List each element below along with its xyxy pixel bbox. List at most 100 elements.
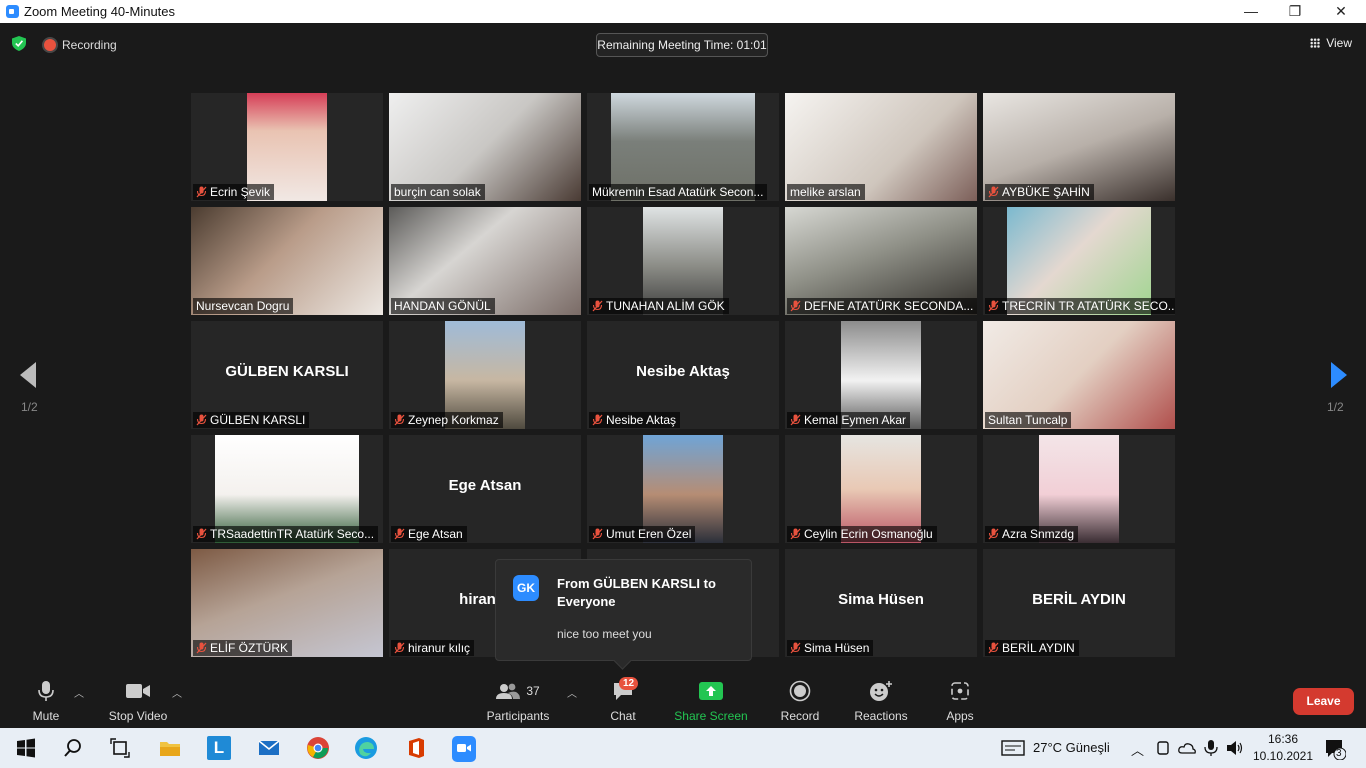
participant-tile[interactable]: Umut Eren Özel xyxy=(587,435,779,543)
participant-name-label: TRECRİN TR ATATÜRK SECO... xyxy=(985,298,1175,314)
participant-tile[interactable]: Azra Snmzdg xyxy=(983,435,1175,543)
search-icon[interactable] xyxy=(61,736,85,760)
grid-icon xyxy=(1310,38,1321,48)
participant-name-label: Zeynep Korkmaz xyxy=(391,412,503,428)
participants-options-caret-icon[interactable]: ︿ xyxy=(567,685,577,700)
chat-button[interactable]: 12 Chat xyxy=(603,675,643,723)
participant-tile[interactable]: Kemal Eymen Akar xyxy=(785,321,977,429)
participant-name-label: AYBÜKE ŞAHİN xyxy=(985,184,1094,200)
participant-name: Sima Hüsen xyxy=(804,641,870,655)
task-view-icon[interactable] xyxy=(108,736,132,760)
participant-name-label: hiranur kılıç xyxy=(391,640,475,656)
participant-tile[interactable]: Sima Hüsen Sima Hüsen xyxy=(785,549,977,657)
participant-name-label: Ceylin Ecrin Osmanoğlu xyxy=(787,526,937,542)
muted-mic-icon xyxy=(592,414,603,426)
muted-mic-icon xyxy=(790,642,801,654)
view-button[interactable]: View xyxy=(1310,36,1352,50)
audio-options-caret-icon[interactable]: ︿ xyxy=(74,685,84,700)
apps-button[interactable]: Apps xyxy=(940,675,980,723)
participant-tile[interactable]: HANDAN GÖNÜL xyxy=(389,207,581,315)
reactions-button[interactable]: Reactions xyxy=(851,675,911,723)
recording-indicator[interactable]: Recording xyxy=(44,38,117,52)
volume-icon[interactable] xyxy=(1226,740,1244,756)
participant-tile[interactable]: TUNAHAN ALİM GÖK xyxy=(587,207,779,315)
participant-tile[interactable]: Mükremin Esad Atatürk Secon... xyxy=(587,93,779,201)
recording-label: Recording xyxy=(62,38,117,52)
participant-name: Kemal Eymen Akar xyxy=(804,413,907,427)
video-options-caret-icon[interactable]: ︿ xyxy=(172,685,182,700)
taskbar-time[interactable]: 16:36 xyxy=(1263,732,1303,746)
participant-name: AYBÜKE ŞAHİN xyxy=(1002,185,1090,199)
windows-taskbar: L 27°C Güneşli ︿ 16:36 10.10.2021 3 xyxy=(0,728,1366,768)
edge-icon[interactable] xyxy=(354,736,378,760)
muted-mic-icon xyxy=(790,528,801,540)
file-explorer-icon[interactable] xyxy=(158,736,182,760)
participant-tile[interactable]: Zeynep Korkmaz xyxy=(389,321,581,429)
video-camera-icon xyxy=(126,684,150,698)
participant-name-label: TUNAHAN ALİM GÖK xyxy=(589,298,729,314)
participant-tile[interactable]: DEFNE ATATÜRK SECONDA... xyxy=(785,207,977,315)
participant-tile[interactable]: GÜLBEN KARSLI GÜLBEN KARSLI xyxy=(191,321,383,429)
participant-tile[interactable]: AYBÜKE ŞAHİN xyxy=(983,93,1175,201)
mail-icon[interactable] xyxy=(257,736,281,760)
share-screen-button[interactable]: Share Screen xyxy=(672,675,750,723)
next-page-arrow-icon[interactable] xyxy=(1329,360,1349,390)
participant-tile[interactable]: TRSaadettinTR Atatürk Seco... xyxy=(191,435,383,543)
participant-tile[interactable]: ELİF ÖZTÜRK xyxy=(191,549,383,657)
sender-avatar: GK xyxy=(513,575,539,601)
participant-name-label: Kemal Eymen Akar xyxy=(787,412,911,428)
weather-widget-icon[interactable] xyxy=(1001,738,1025,758)
launcher-l-icon[interactable]: L xyxy=(207,736,231,760)
windows-start-icon[interactable] xyxy=(14,736,38,760)
participant-tile[interactable]: Ege Atsan Ege Atsan xyxy=(389,435,581,543)
participant-name: burçin can solak xyxy=(394,185,481,199)
previous-page-arrow-icon[interactable] xyxy=(18,360,38,390)
participant-name: Nesibe Aktaş xyxy=(606,413,677,427)
chat-sender-line: From GÜLBEN KARSLI to Everyone xyxy=(557,576,716,609)
minimize-button[interactable]: — xyxy=(1228,0,1274,23)
close-button[interactable]: ✕ xyxy=(1318,0,1364,23)
muted-mic-icon xyxy=(790,414,801,426)
onedrive-cloud-icon[interactable] xyxy=(1178,740,1196,756)
muted-mic-icon xyxy=(988,528,999,540)
participant-tile[interactable]: TRECRİN TR ATATÜRK SECO... xyxy=(983,207,1175,315)
tray-microphone-icon[interactable] xyxy=(1204,739,1218,757)
device-icon[interactable] xyxy=(1155,740,1171,756)
show-hidden-icons-icon[interactable]: ︿ xyxy=(1131,740,1144,759)
participant-name: Azra Snmzdg xyxy=(1002,527,1075,541)
participant-name-label: TRSaadettinTR Atatürk Seco... xyxy=(193,526,379,542)
stop-video-button[interactable]: Stop Video xyxy=(104,675,172,723)
muted-mic-icon xyxy=(592,300,603,312)
participant-name: Sultan Tuncalp xyxy=(988,413,1068,427)
participant-name: Ecrin Şevik xyxy=(210,185,271,199)
participant-tile[interactable]: Sultan Tuncalp xyxy=(983,321,1175,429)
muted-mic-icon xyxy=(988,300,999,312)
reactions-label: Reactions xyxy=(854,709,908,723)
encryption-shield-icon[interactable] xyxy=(12,36,26,51)
mute-button[interactable]: Mute xyxy=(26,675,66,723)
participant-tile[interactable]: Nesibe Aktaş Nesibe Aktaş xyxy=(587,321,779,429)
participant-tile[interactable]: Nursevcan Dogru xyxy=(191,207,383,315)
chrome-icon[interactable] xyxy=(306,736,330,760)
participant-name: Mükremin Esad Atatürk Secon... xyxy=(592,185,764,199)
leave-button[interactable]: Leave xyxy=(1293,688,1354,715)
maximize-button[interactable]: ❐ xyxy=(1272,0,1318,23)
recording-dot-icon xyxy=(44,39,56,51)
participant-tile[interactable]: BERİL AYDIN BERİL AYDIN xyxy=(983,549,1175,657)
participant-name-label: GÜLBEN KARSLI xyxy=(193,412,310,428)
chat-notification-popup[interactable]: GK From GÜLBEN KARSLI to Everyone nice t… xyxy=(495,559,752,670)
weather-text[interactable]: 27°C Güneşli xyxy=(1033,740,1110,755)
taskbar-date[interactable]: 10.10.2021 xyxy=(1250,749,1316,763)
chat-label: Chat xyxy=(610,709,636,723)
participants-button[interactable]: 37 Participants xyxy=(484,675,552,723)
participant-tile[interactable]: melike arslan xyxy=(785,93,977,201)
record-button[interactable]: Record xyxy=(776,675,824,723)
participant-tile[interactable]: Ecrin Şevik xyxy=(191,93,383,201)
zoom-taskbar-icon[interactable] xyxy=(452,736,476,762)
participant-tile[interactable]: burçin can solak xyxy=(389,93,581,201)
record-icon xyxy=(789,680,811,702)
participant-tile[interactable]: Ceylin Ecrin Osmanoğlu xyxy=(785,435,977,543)
office-icon[interactable] xyxy=(404,736,428,760)
participant-name-label: Azra Snmzdg xyxy=(985,526,1079,542)
notification-center-icon[interactable] xyxy=(1324,738,1346,760)
